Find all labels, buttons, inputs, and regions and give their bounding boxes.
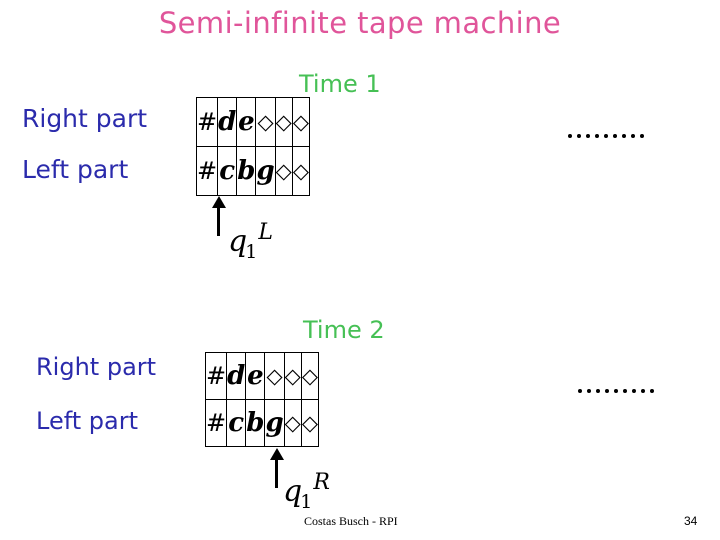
tape-symbol: d xyxy=(227,361,246,391)
tape-symbol: ◇ xyxy=(275,110,292,134)
arrow-tip-icon xyxy=(270,448,284,460)
right-part-label-2: Right part xyxy=(36,353,157,381)
tape-cell-tail[interactable] xyxy=(318,352,319,400)
tape-cell[interactable]: e xyxy=(245,352,266,400)
state-superscript: R xyxy=(313,470,330,495)
tape-cell[interactable]: d xyxy=(226,352,247,400)
tape-cell[interactable]: e xyxy=(236,97,257,147)
tape-head-arrow-1 xyxy=(212,196,226,236)
tape-symbol: ◇ xyxy=(292,159,309,183)
tape-symbol: ◇ xyxy=(284,364,301,388)
tape-symbol: e xyxy=(238,107,255,137)
tape-symbol: ◇ xyxy=(275,159,292,183)
tape-cell[interactable]: c xyxy=(217,146,238,196)
tape-table-1: # d e ◇ ◇ ◇ # c b g ◇ ◇ xyxy=(195,97,310,196)
tape-cell[interactable]: ◇ xyxy=(275,146,293,196)
tape-row-left-2: # c b g ◇ ◇ xyxy=(204,399,319,447)
tape-cell[interactable]: c xyxy=(226,399,247,447)
tape-symbol: ◇ xyxy=(301,364,318,388)
left-part-label-2: Left part xyxy=(36,407,138,435)
state-subscript: 1 xyxy=(245,241,258,263)
tape-cell-tail[interactable] xyxy=(318,399,319,447)
tape-row-left-1: # c b g ◇ ◇ xyxy=(195,146,310,196)
tape-symbol: g xyxy=(256,156,275,186)
state-label-1: q1L xyxy=(228,220,274,263)
tape-symbol: ◇ xyxy=(266,364,283,388)
tape-symbol: # xyxy=(206,362,227,390)
state-label-2: q1R xyxy=(283,470,331,513)
tape-cell[interactable]: # xyxy=(204,352,228,400)
page-number: 34 xyxy=(684,514,698,528)
arrow-shaft xyxy=(275,456,278,488)
tape-symbol: c xyxy=(219,156,236,186)
tape-symbol: ◇ xyxy=(301,411,318,435)
tape-symbol: ◇ xyxy=(292,110,309,134)
left-part-label-1: Left part xyxy=(22,155,129,184)
tape-cell-tail[interactable] xyxy=(309,97,310,147)
tape-cell[interactable]: g xyxy=(255,146,276,196)
tape-cell[interactable]: ◇ xyxy=(292,97,310,147)
tape-symbol: d xyxy=(218,107,237,137)
page-title: Semi-infinite tape machine xyxy=(158,6,562,40)
tape-cell[interactable]: ◇ xyxy=(301,399,319,447)
time-label-2: Time 2 xyxy=(303,316,385,344)
tape-symbol: b xyxy=(246,408,265,438)
tape-row-right-1: # d e ◇ ◇ ◇ xyxy=(195,97,310,147)
tape-symbol: # xyxy=(197,157,218,185)
tape-cell[interactable]: ◇ xyxy=(264,352,285,400)
arrow-tip-icon xyxy=(212,196,226,208)
tape-cell[interactable]: # xyxy=(195,146,219,196)
tape-cell-tail[interactable] xyxy=(309,146,310,196)
tape-symbol: b xyxy=(237,156,256,186)
ellipsis-dots-2 xyxy=(578,389,654,393)
arrow-shaft xyxy=(217,204,220,236)
tape-symbol: c xyxy=(228,408,245,438)
tape-head-arrow-2 xyxy=(270,448,284,488)
tape-symbol: g xyxy=(265,408,284,438)
tape-cell[interactable]: ◇ xyxy=(284,399,302,447)
time-label-1: Time 1 xyxy=(299,70,381,98)
tape-cell[interactable]: ◇ xyxy=(301,352,319,400)
tape-symbol: # xyxy=(206,409,227,437)
tape-cell[interactable]: b xyxy=(236,146,257,196)
right-part-label-1: Right part xyxy=(22,104,148,133)
tape-cell[interactable]: ◇ xyxy=(255,97,276,147)
tape-cell[interactable]: ◇ xyxy=(275,97,293,147)
state-subscript: 1 xyxy=(300,491,313,513)
tape-cell[interactable]: # xyxy=(204,399,228,447)
tape-row-right-2: # d e ◇ ◇ ◇ xyxy=(204,352,319,400)
tape-symbol: # xyxy=(197,108,218,136)
tape-symbol: ◇ xyxy=(284,411,301,435)
ellipsis-dots-1 xyxy=(568,134,644,138)
tape-table-2: # d e ◇ ◇ ◇ # c b g ◇ ◇ xyxy=(204,352,319,447)
tape-cell[interactable]: b xyxy=(245,399,266,447)
state-superscript: L xyxy=(258,220,273,245)
tape-cell[interactable]: ◇ xyxy=(284,352,302,400)
tape-cell[interactable]: d xyxy=(217,97,238,147)
tape-cell[interactable]: ◇ xyxy=(292,146,310,196)
tape-cell[interactable]: g xyxy=(264,399,285,447)
tape-symbol: e xyxy=(247,361,264,391)
tape-cell[interactable]: # xyxy=(195,97,219,147)
footer-credit: Costas Busch - RPI xyxy=(304,514,398,528)
tape-symbol: ◇ xyxy=(257,110,274,134)
